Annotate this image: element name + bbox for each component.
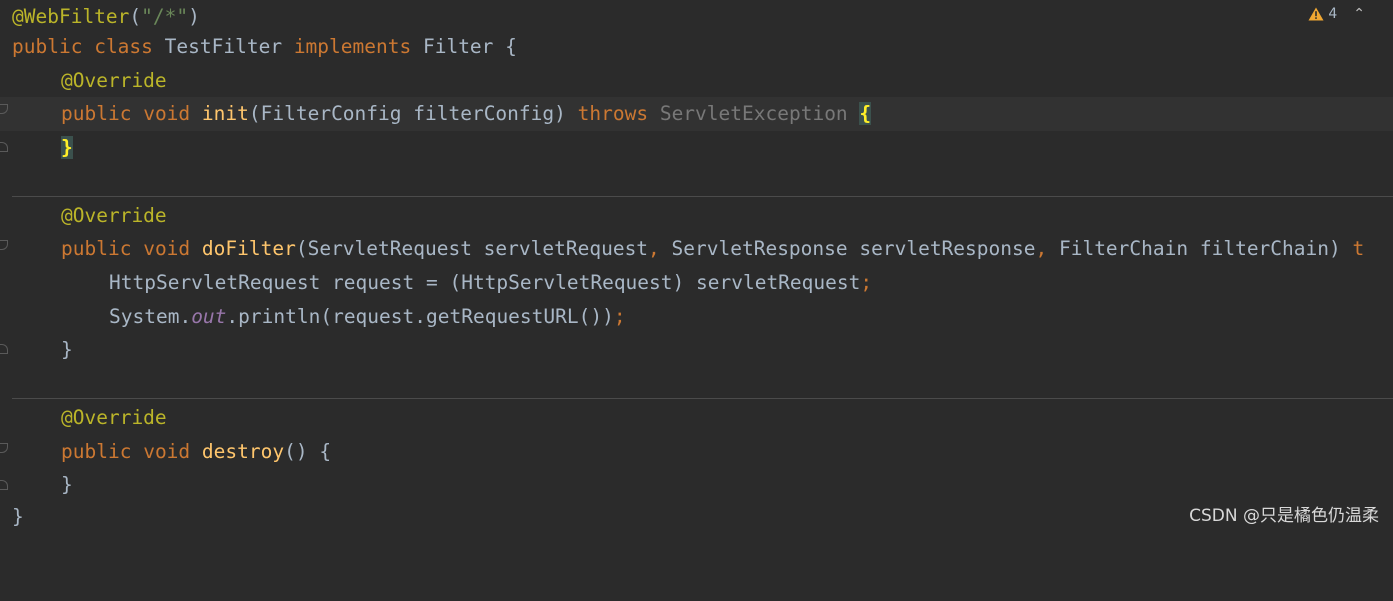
code-line-14[interactable]: public void destroy() { bbox=[0, 435, 1393, 469]
keyword: throws bbox=[577, 102, 649, 125]
matched-brace: { bbox=[859, 102, 872, 125]
code-line-2[interactable]: public class TestFilter implements Filte… bbox=[0, 30, 1393, 64]
parameter: FilterChain filterChain) bbox=[1047, 237, 1353, 260]
static-field: out bbox=[191, 305, 227, 328]
warning-triangle-icon bbox=[1308, 7, 1324, 21]
string-literal: "/*" bbox=[141, 5, 189, 28]
keyword: public bbox=[61, 440, 132, 463]
chevron-up-icon[interactable]: ⌃ bbox=[1353, 7, 1365, 21]
statement-part: () { bbox=[284, 440, 332, 463]
exception-type: ServletException bbox=[659, 102, 848, 125]
parameters: (FilterConfig filterConfig) bbox=[248, 102, 566, 125]
interface-name: Filter bbox=[422, 35, 494, 58]
keyword: public bbox=[61, 237, 132, 260]
keyword: public bbox=[12, 35, 83, 58]
annotation: @WebFilter bbox=[12, 5, 130, 28]
statement-part: System. bbox=[109, 305, 192, 328]
comma: , bbox=[648, 237, 660, 260]
paren: ) bbox=[188, 5, 200, 28]
brace: { bbox=[505, 35, 517, 58]
code-line-13[interactable]: @Override bbox=[0, 401, 1393, 435]
fold-end-icon[interactable] bbox=[0, 142, 8, 152]
annotation: @Override bbox=[61, 204, 167, 227]
annotation: @Override bbox=[61, 406, 167, 429]
semicolon: ; bbox=[613, 305, 626, 328]
method-name: doFilter bbox=[201, 237, 296, 260]
code-line-10[interactable]: System.out.println(request.getRequestURL… bbox=[0, 300, 1393, 334]
code-line-15[interactable]: } bbox=[0, 468, 1393, 502]
code-line-5[interactable]: } bbox=[0, 131, 1393, 165]
paren: ( bbox=[129, 5, 142, 28]
comma: , bbox=[1035, 237, 1048, 260]
brace: } bbox=[61, 338, 73, 361]
watermark: CSDN @只是橘色仍温柔 bbox=[1189, 506, 1379, 526]
fold-end-icon[interactable] bbox=[0, 344, 8, 354]
method-name: init bbox=[201, 102, 249, 125]
code-line-16[interactable]: } bbox=[0, 500, 1393, 534]
keyword: public bbox=[61, 102, 132, 125]
keyword: implements bbox=[293, 35, 412, 58]
code-line-3[interactable]: @Override bbox=[0, 64, 1393, 98]
code-line-11[interactable]: } bbox=[0, 333, 1393, 367]
keyword-clipped: t bbox=[1352, 237, 1365, 260]
keyword: void bbox=[143, 440, 191, 463]
code-line-1[interactable]: @WebFilter("/*") bbox=[0, 0, 1393, 34]
statement-part: .println(request.getRequestURL()) bbox=[226, 305, 614, 328]
fold-end-icon[interactable] bbox=[0, 480, 8, 490]
semicolon: ; bbox=[860, 271, 873, 294]
code-line-4-current[interactable]: public void init(FilterConfig filterConf… bbox=[0, 97, 1393, 131]
parameter: (ServletRequest servletRequest bbox=[295, 237, 649, 260]
statement: HttpServletRequest request = (HttpServle… bbox=[109, 271, 861, 294]
method-name: destroy bbox=[201, 440, 285, 463]
code-line-7[interactable]: @Override bbox=[0, 199, 1393, 233]
class-name: TestFilter bbox=[164, 35, 283, 58]
matched-brace: } bbox=[61, 136, 73, 159]
method-separator bbox=[12, 398, 1393, 399]
code-line-8[interactable]: public void doFilter(ServletRequest serv… bbox=[0, 232, 1393, 266]
code-editor[interactable]: @WebFilter("/*") public class TestFilter… bbox=[0, 0, 1393, 534]
parameter: ServletResponse servletResponse bbox=[659, 237, 1036, 260]
brace: } bbox=[61, 473, 73, 496]
keyword: void bbox=[143, 237, 191, 260]
keyword: void bbox=[143, 102, 191, 125]
code-line-9[interactable]: HttpServletRequest request = (HttpServle… bbox=[0, 266, 1393, 300]
inspection-widget[interactable]: 4 ⌃ bbox=[1308, 3, 1365, 25]
keyword: class bbox=[94, 35, 153, 58]
brace: } bbox=[12, 505, 24, 528]
annotation: @Override bbox=[61, 69, 167, 92]
method-separator bbox=[12, 196, 1393, 197]
warning-count: 4 bbox=[1328, 6, 1338, 22]
